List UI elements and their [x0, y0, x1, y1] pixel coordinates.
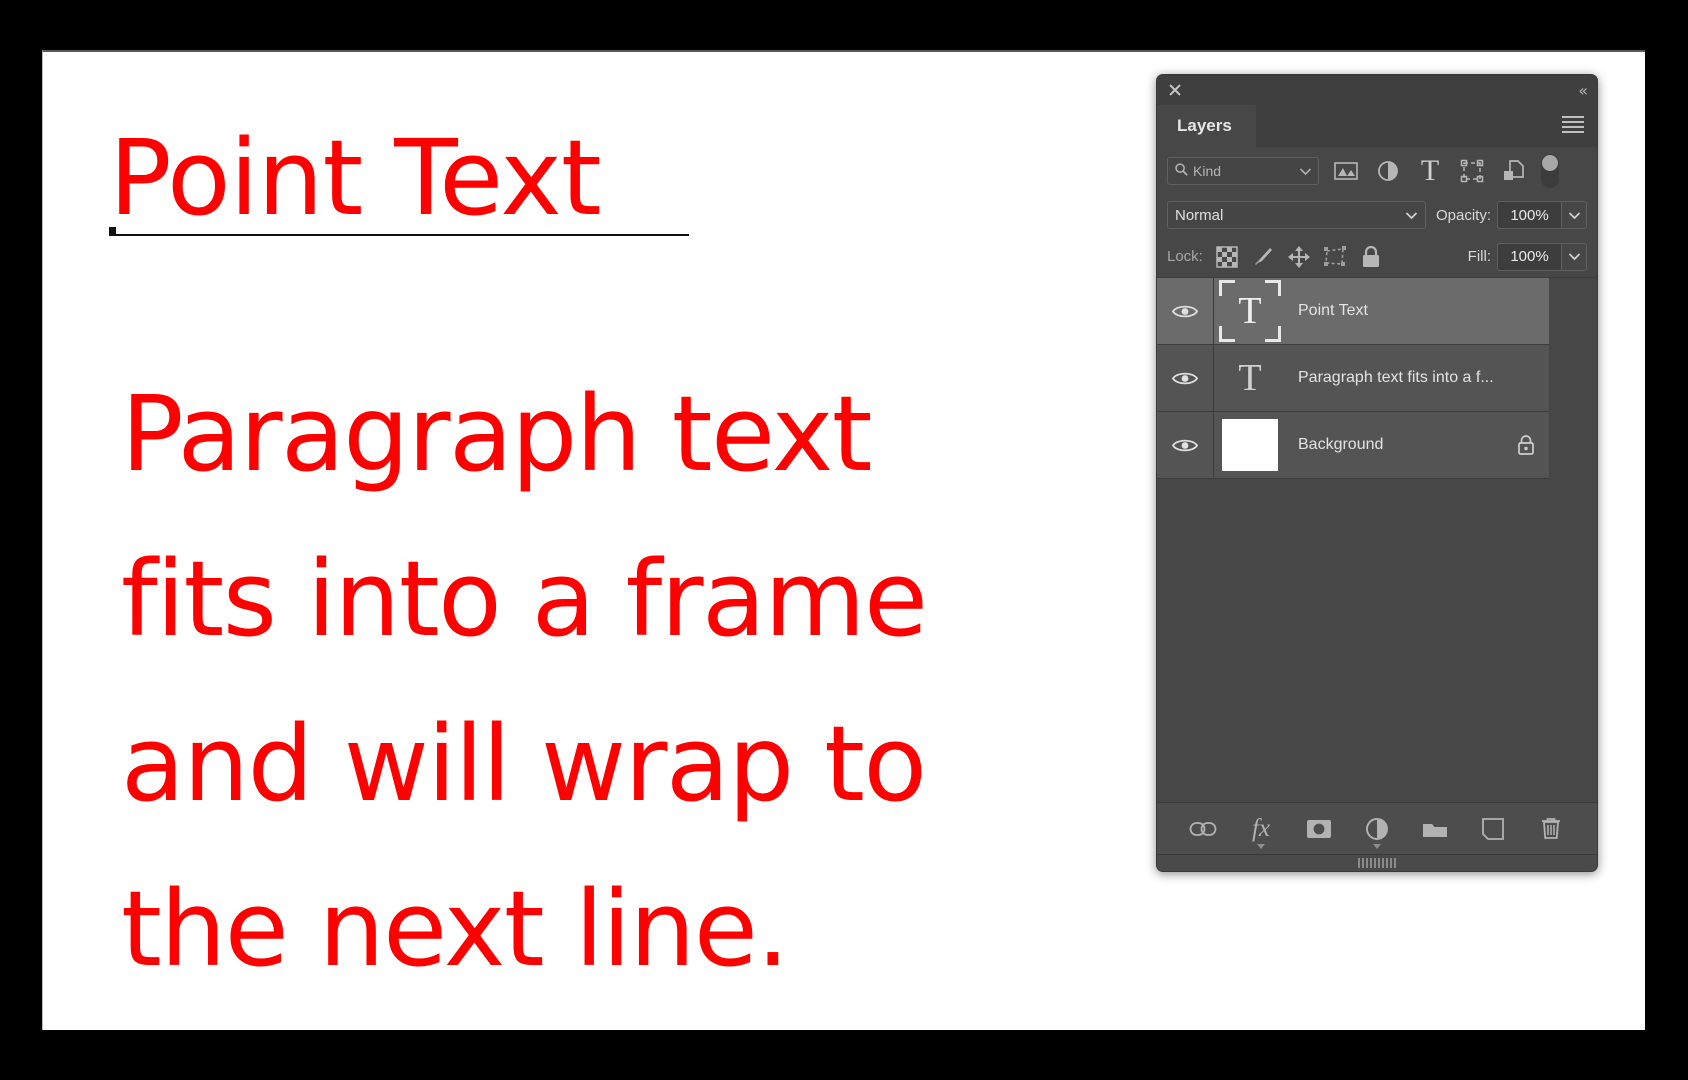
- layer-mask-button[interactable]: [1299, 810, 1339, 848]
- layer-name[interactable]: Background: [1286, 436, 1503, 454]
- hamburger-icon: [1562, 116, 1584, 136]
- grip-lines-icon: [1358, 858, 1396, 868]
- search-icon: [1174, 162, 1189, 180]
- blend-mode-value: Normal: [1175, 206, 1224, 224]
- panel-resize-grip[interactable]: [1157, 854, 1597, 871]
- filter-icons: T: [1325, 153, 1559, 188]
- layer-visibility-toggle[interactable]: [1157, 278, 1214, 344]
- layer-thumbnail[interactable]: [1214, 412, 1286, 478]
- tab-layers-label: Layers: [1177, 116, 1232, 135]
- collapse-panel-icon[interactable]: «: [1578, 81, 1588, 100]
- new-fill-adjustment-layer-button[interactable]: [1357, 810, 1397, 849]
- link-icon: [1189, 821, 1217, 836]
- table-row[interactable]: T Point Text: [1157, 278, 1549, 345]
- layers-panel: « Layers Kind T Normal Opacity: 100% Loc…: [1156, 74, 1598, 872]
- delete-layer-button[interactable]: [1531, 810, 1571, 848]
- layers-panel-footer: fx: [1157, 802, 1597, 854]
- layer-name[interactable]: Point Text: [1286, 302, 1503, 320]
- layer-visibility-toggle[interactable]: [1157, 412, 1214, 478]
- tab-layers[interactable]: Layers: [1157, 105, 1256, 147]
- table-row[interactable]: Background: [1157, 412, 1549, 479]
- link-layers-button[interactable]: [1183, 810, 1223, 848]
- paragraph-text-object[interactable]: Paragraph text fits into a frame and wil…: [121, 352, 1051, 1012]
- lock-image-pixels-icon[interactable]: [1247, 242, 1279, 272]
- half-circle-icon: [1366, 817, 1388, 840]
- lock-transparent-pixels-icon[interactable]: [1211, 242, 1243, 272]
- panel-menu-icon[interactable]: [1549, 105, 1597, 147]
- filter-shape-layers-icon[interactable]: [1451, 155, 1493, 187]
- layer-locked-icon: [1503, 434, 1549, 456]
- point-text-content: Point Text: [109, 117, 602, 239]
- new-group-button[interactable]: [1415, 810, 1455, 848]
- panel-tab-row: Layers: [1157, 105, 1597, 147]
- lock-position-icon[interactable]: [1283, 242, 1315, 272]
- filter-adjustment-layers-icon[interactable]: [1367, 155, 1409, 187]
- eye-icon: [1172, 305, 1198, 317]
- lock-label: Lock:: [1167, 248, 1203, 265]
- layer-list[interactable]: T Point Text T Paragraph text fits into …: [1157, 278, 1597, 802]
- tab-row-filler: [1255, 105, 1549, 147]
- layer-name[interactable]: Paragraph text fits into a f...: [1286, 369, 1503, 387]
- chevron-down-icon: [1373, 843, 1381, 849]
- filter-smart-objects-icon[interactable]: [1493, 155, 1535, 187]
- folder-icon: [1423, 823, 1447, 837]
- layer-rows: T Point Text T Paragraph text fits into …: [1157, 278, 1549, 479]
- close-icon[interactable]: [1167, 82, 1183, 98]
- opacity-label: Opacity:: [1435, 206, 1491, 224]
- table-row[interactable]: T Paragraph text fits into a f...: [1157, 345, 1549, 412]
- lock-all-icon[interactable]: [1355, 242, 1387, 272]
- filter-kind-select[interactable]: Kind: [1167, 156, 1319, 185]
- type-layer-framed-icon: T: [1219, 280, 1281, 342]
- mask-icon: [1307, 819, 1331, 838]
- fx-icon: fx: [1251, 814, 1271, 842]
- type-layer-icon: T: [1238, 357, 1262, 399]
- panel-titlebar: «: [1157, 75, 1597, 105]
- layer-filter-row: Kind T: [1157, 147, 1597, 194]
- point-text-anchor: [109, 227, 116, 236]
- eye-icon: [1172, 439, 1198, 451]
- new-layer-button[interactable]: [1473, 810, 1513, 848]
- chevron-down-icon: [1299, 163, 1312, 179]
- blend-mode-row: Normal Opacity: 100%: [1157, 194, 1597, 236]
- chevron-down-icon: [1257, 843, 1265, 849]
- layer-visibility-toggle[interactable]: [1157, 345, 1214, 411]
- point-text-object[interactable]: Point Text: [109, 117, 729, 239]
- filter-type-layers-icon[interactable]: T: [1409, 155, 1451, 187]
- layer-thumbnail[interactable]: T: [1214, 345, 1286, 411]
- opacity-input[interactable]: 100%: [1497, 201, 1561, 229]
- opacity-stepper-icon[interactable]: [1561, 201, 1587, 229]
- eye-icon: [1172, 372, 1198, 384]
- app-root: Point Text Paragraph text fits into a fr…: [0, 0, 1688, 1080]
- chevron-down-icon: [1405, 207, 1418, 224]
- filter-kind-label: Kind: [1193, 162, 1222, 179]
- layer-thumbnail[interactable]: T: [1214, 278, 1286, 344]
- background-thumbnail: [1222, 419, 1278, 471]
- lock-icons: [1211, 242, 1387, 272]
- filter-pixel-layers-icon[interactable]: [1325, 155, 1367, 187]
- filter-enable-toggle[interactable]: [1541, 153, 1559, 188]
- fill-stepper-icon[interactable]: [1561, 242, 1587, 271]
- layer-list-empty-area: [1157, 479, 1597, 802]
- blend-mode-select[interactable]: Normal: [1167, 201, 1426, 229]
- point-text-baseline: [109, 234, 689, 236]
- lock-row: Lock: Fill: 100%: [1157, 236, 1597, 278]
- new-layer-icon: [1482, 817, 1504, 840]
- fill-input[interactable]: 100%: [1497, 242, 1561, 271]
- layer-style-button[interactable]: fx: [1241, 810, 1281, 849]
- fill-label: Fill:: [1467, 248, 1491, 265]
- trash-icon: [1542, 817, 1560, 839]
- lock-artboard-nesting-icon[interactable]: [1319, 242, 1351, 272]
